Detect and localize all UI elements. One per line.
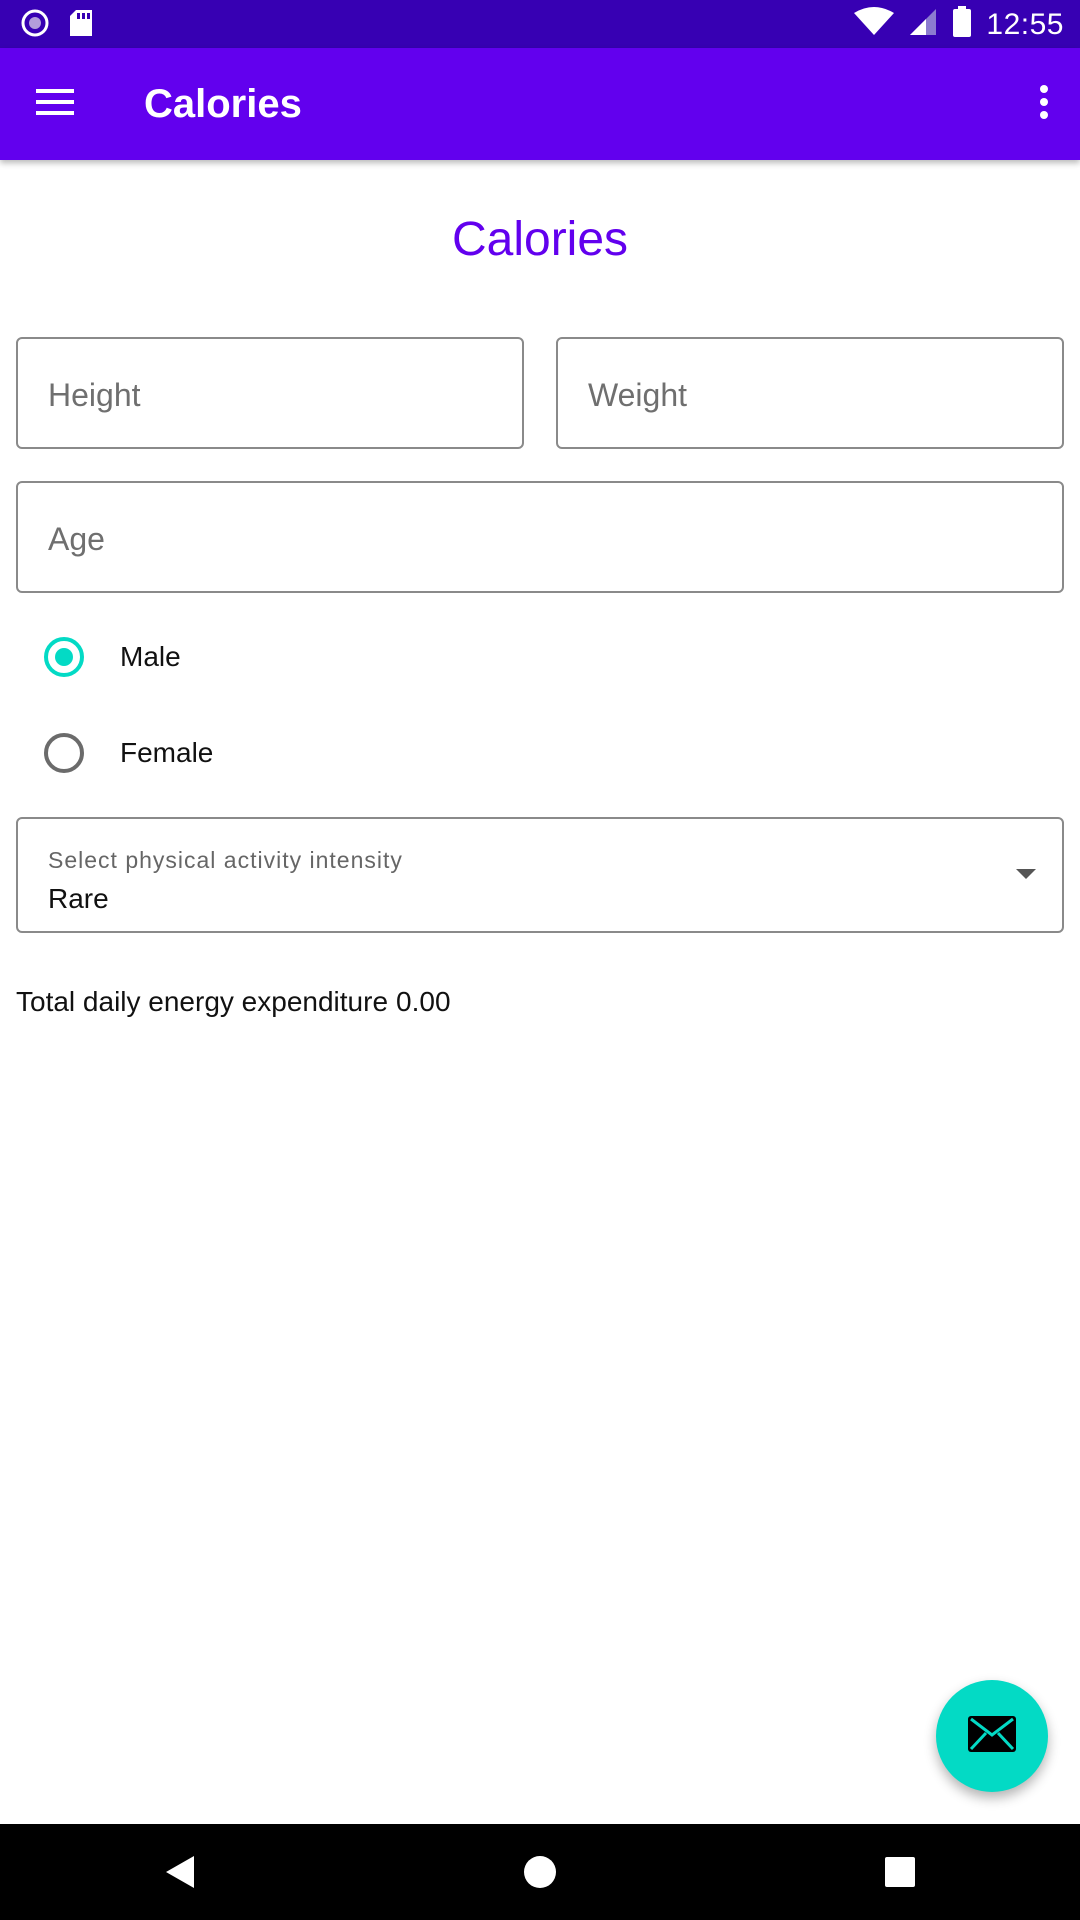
weight-input[interactable]: [558, 339, 1062, 447]
dropdown-arrow-icon[interactable]: [1016, 869, 1036, 879]
weight-field[interactable]: [556, 337, 1064, 449]
app-bar: Calories: [0, 48, 1080, 160]
wifi-icon: [854, 7, 895, 42]
dropdown-selected-value: Rare: [48, 883, 109, 914]
email-icon: [967, 1715, 1017, 1758]
app-bar-title: Calories: [144, 82, 302, 126]
nav-home-button[interactable]: [512, 1846, 568, 1902]
screen: 12:55 Calories Calories Male Female: [0, 0, 1080, 1920]
page-heading: Calories: [451, 213, 629, 266]
status-bar-left: [20, 8, 94, 43]
radio-male[interactable]: Male: [36, 622, 181, 692]
status-bar-right: 12:55: [854, 6, 1064, 43]
recents-icon: [884, 1856, 916, 1893]
navigation-bar: [0, 1824, 1080, 1920]
radio-label-male: Male: [120, 641, 181, 672]
radio-label-female: Female: [120, 737, 214, 768]
status-time: 12:55: [986, 7, 1064, 41]
height-input[interactable]: [18, 339, 522, 447]
status-bar: 12:55: [0, 0, 1080, 48]
overflow-menu-button[interactable]: [1024, 74, 1064, 134]
more-vert-icon: [1038, 84, 1050, 125]
radio-button-male[interactable]: [44, 637, 84, 677]
nav-recents-button[interactable]: [872, 1846, 928, 1902]
tdee-result: Total daily energy expenditure 0.00: [16, 986, 451, 1018]
battery-icon: [952, 6, 972, 43]
menu-button[interactable]: [24, 74, 88, 134]
tdee-label: Total daily energy expenditure: [16, 986, 389, 1017]
signal-icon: [908, 7, 938, 42]
back-icon: [164, 1854, 196, 1895]
dropdown-label: Select physical activity intensity: [48, 847, 403, 873]
radio-female[interactable]: Female: [36, 718, 213, 788]
hamburger-menu-icon: [36, 87, 76, 122]
home-icon: [522, 1854, 558, 1895]
sd-card-icon: [68, 8, 94, 43]
activity-intensity-dropdown[interactable]: Select physical activity intensity Rare: [16, 817, 1064, 933]
radio-button-female[interactable]: [44, 733, 84, 773]
email-fab-button[interactable]: [936, 1680, 1048, 1792]
age-field[interactable]: [16, 481, 1064, 593]
age-input[interactable]: [18, 483, 1062, 591]
nav-back-button[interactable]: [152, 1846, 208, 1902]
tdee-value: 0.00: [396, 986, 451, 1017]
height-field[interactable]: [16, 337, 524, 449]
record-icon: [20, 8, 50, 43]
